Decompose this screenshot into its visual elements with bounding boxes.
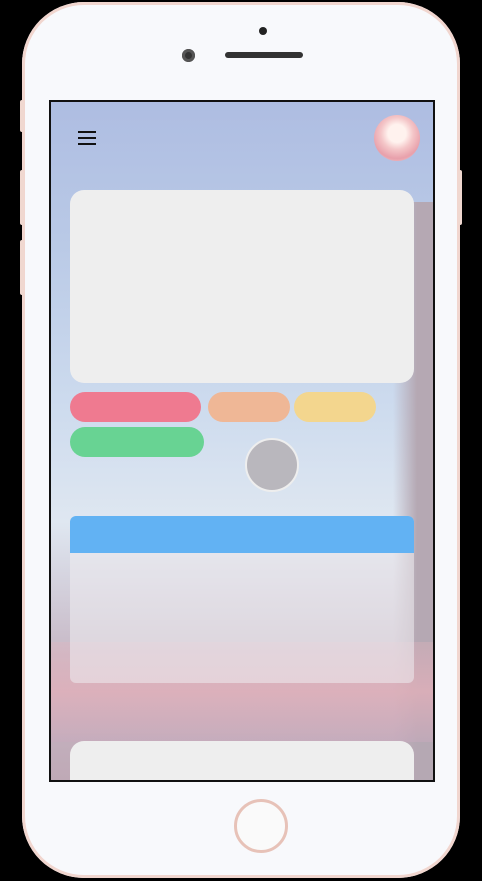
volume-up-button <box>20 170 24 225</box>
content-card-header <box>70 516 414 553</box>
floating-action-button[interactable] <box>245 438 299 492</box>
hamburger-menu-icon[interactable] <box>78 131 96 145</box>
power-button <box>458 170 462 225</box>
avatar[interactable] <box>374 115 420 161</box>
front-camera <box>182 49 195 62</box>
tag-pill-yellow[interactable] <box>294 392 376 422</box>
tag-pill-red[interactable] <box>70 392 201 422</box>
tag-pill-orange[interactable] <box>208 392 290 422</box>
content-card <box>70 516 414 683</box>
hero-card <box>70 190 414 383</box>
app-screen <box>49 100 435 782</box>
bottom-card <box>70 741 414 780</box>
sensor-dot <box>259 27 267 35</box>
earpiece-speaker <box>225 52 303 58</box>
mute-switch <box>20 100 24 132</box>
home-button[interactable] <box>234 799 288 853</box>
tag-pill-green[interactable] <box>70 427 204 457</box>
volume-down-button <box>20 240 24 295</box>
